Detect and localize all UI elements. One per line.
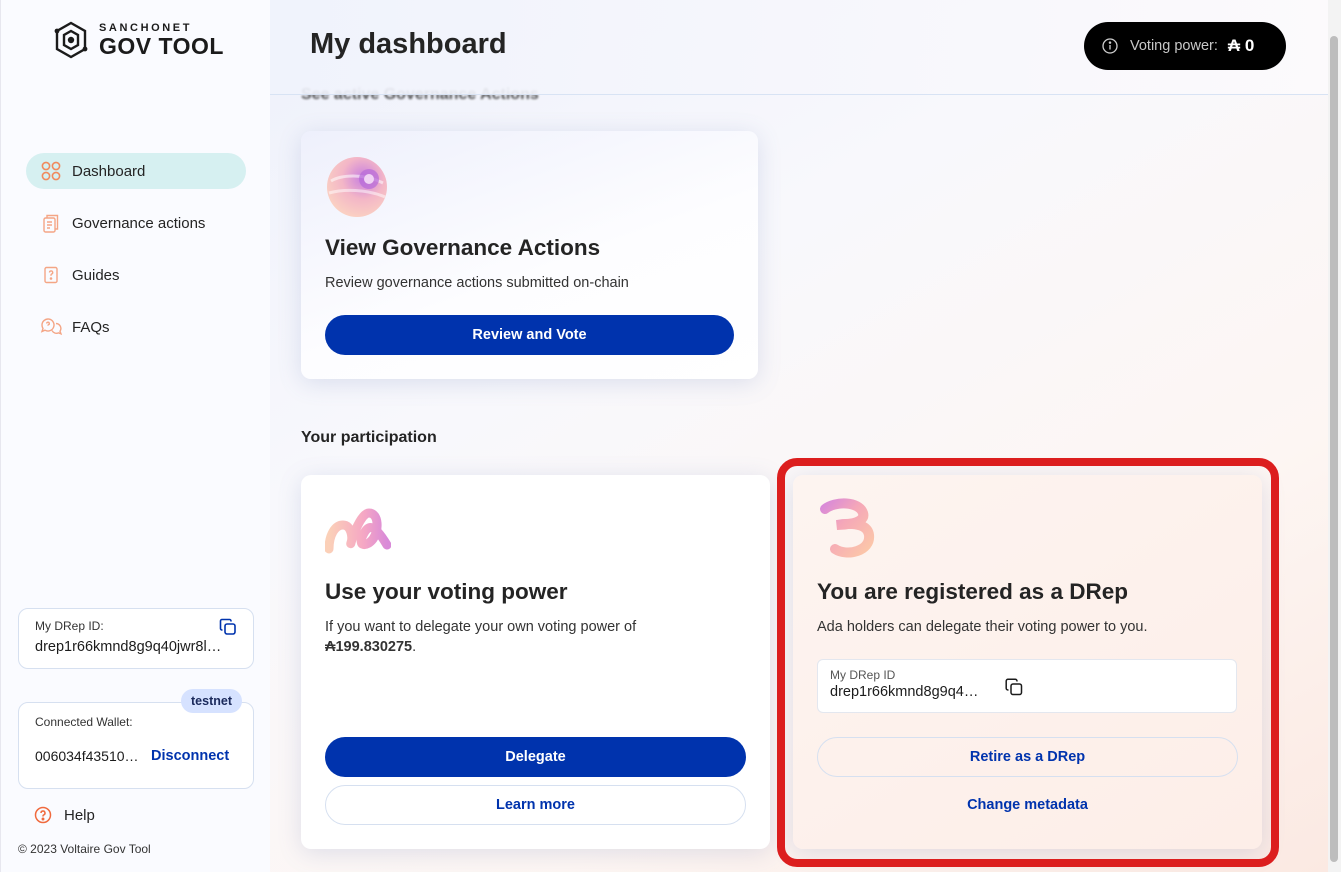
voting-swirl-illustration bbox=[325, 508, 391, 554]
review-and-vote-button[interactable]: Review and Vote bbox=[325, 315, 734, 355]
amount-suffix: . bbox=[412, 639, 417, 655]
sidebar: SANCHONET GOV TOOL Dashboard Governance … bbox=[0, 0, 270, 872]
help-label: Help bbox=[64, 806, 95, 824]
drep-swirl-illustration bbox=[820, 498, 874, 558]
connected-wallet-card: Connected Wallet: 006034f43510… Disconne… bbox=[18, 702, 254, 789]
network-badge: testnet bbox=[181, 689, 242, 713]
wallet-address: 006034f43510… bbox=[35, 748, 139, 764]
card-title: View Governance Actions bbox=[325, 235, 601, 260]
help-link[interactable]: Help bbox=[34, 806, 95, 824]
retire-as-drep-button[interactable]: Retire as a DRep bbox=[817, 737, 1238, 777]
sidebar-item-label: FAQs bbox=[72, 318, 110, 336]
use-voting-power-card: Use your voting power If you want to del… bbox=[301, 475, 770, 849]
page-title: My dashboard bbox=[310, 28, 507, 60]
drep-id-value: drep1r66kmnd8g9q40jwr8l… bbox=[35, 639, 222, 655]
wallet-label: Connected Wallet: bbox=[35, 715, 133, 729]
section-heading-participation: Your participation bbox=[301, 429, 437, 446]
change-metadata-button[interactable]: Change metadata bbox=[817, 785, 1238, 825]
faq-chat-icon bbox=[40, 316, 62, 338]
delegate-description-text: If you want to delegate your own voting … bbox=[325, 619, 637, 635]
copy-icon[interactable] bbox=[219, 618, 237, 636]
sidebar-item-guides[interactable]: Guides bbox=[26, 257, 246, 293]
sidebar-item-faqs[interactable]: FAQs bbox=[26, 309, 246, 345]
sidebar-nav: Dashboard Governance actions Guides FAQs bbox=[26, 153, 246, 361]
help-icon bbox=[34, 806, 52, 824]
sidebar-item-dashboard[interactable]: Dashboard bbox=[26, 153, 246, 189]
dashboard-icon bbox=[40, 160, 62, 182]
card-description: If you want to delegate your own voting … bbox=[325, 617, 745, 657]
sidebar-item-label: Guides bbox=[72, 266, 120, 284]
document-icon bbox=[40, 212, 62, 234]
voting-power-label: Voting power: bbox=[1130, 38, 1218, 54]
guide-icon bbox=[40, 264, 62, 286]
drep-id-label: My DRep ID bbox=[830, 668, 896, 682]
governance-sphere-illustration bbox=[327, 157, 387, 217]
voting-power-badge[interactable]: Voting power: ₳ 0 bbox=[1084, 22, 1286, 70]
sidebar-item-label: Governance actions bbox=[72, 214, 206, 232]
card-description: Ada holders can delegate their voting po… bbox=[817, 619, 1148, 635]
logo-title: GOV TOOL bbox=[99, 33, 224, 59]
drep-id-value: drep1r66kmnd8g9q40jwr8l bbox=[830, 684, 980, 700]
copyright-text: © 2023 Voltaire Gov Tool bbox=[18, 842, 151, 856]
top-bar: My dashboard Voting power: ₳ 0 bbox=[270, 0, 1328, 95]
card-description: Review governance actions submitted on-c… bbox=[325, 275, 629, 291]
voting-power-value: ₳ 0 bbox=[1227, 36, 1255, 55]
drep-id-field: My DRep ID drep1r66kmnd8g9q40jwr8l bbox=[817, 659, 1237, 713]
drep-id-label: My DRep ID: bbox=[35, 619, 104, 633]
main-content: See active Governance Actions My dashboa… bbox=[270, 0, 1328, 872]
sidebar-item-label: Dashboard bbox=[72, 162, 146, 180]
sidebar-item-governance-actions[interactable]: Governance actions bbox=[26, 205, 246, 241]
learn-more-button[interactable]: Learn more bbox=[325, 785, 746, 825]
app-logo[interactable]: SANCHONET GOV TOOL bbox=[51, 20, 224, 60]
disconnect-button[interactable]: Disconnect bbox=[151, 748, 229, 764]
view-governance-actions-card: View Governance Actions Review governanc… bbox=[301, 131, 758, 379]
sidebar-drep-id-card: My DRep ID: drep1r66kmnd8g9q40jwr8l… bbox=[18, 608, 254, 669]
drep-registered-card: You are registered as a DRep Ada holders… bbox=[793, 475, 1262, 849]
logo-icon bbox=[54, 21, 88, 59]
scrollbar-thumb[interactable] bbox=[1330, 36, 1338, 862]
info-icon bbox=[1102, 38, 1118, 54]
card-title: Use your voting power bbox=[325, 579, 568, 604]
voting-power-amount: ₳199.830275 bbox=[325, 639, 413, 655]
copy-icon[interactable] bbox=[1004, 677, 1024, 697]
delegate-button[interactable]: Delegate bbox=[325, 737, 746, 777]
card-title: You are registered as a DRep bbox=[817, 579, 1128, 604]
